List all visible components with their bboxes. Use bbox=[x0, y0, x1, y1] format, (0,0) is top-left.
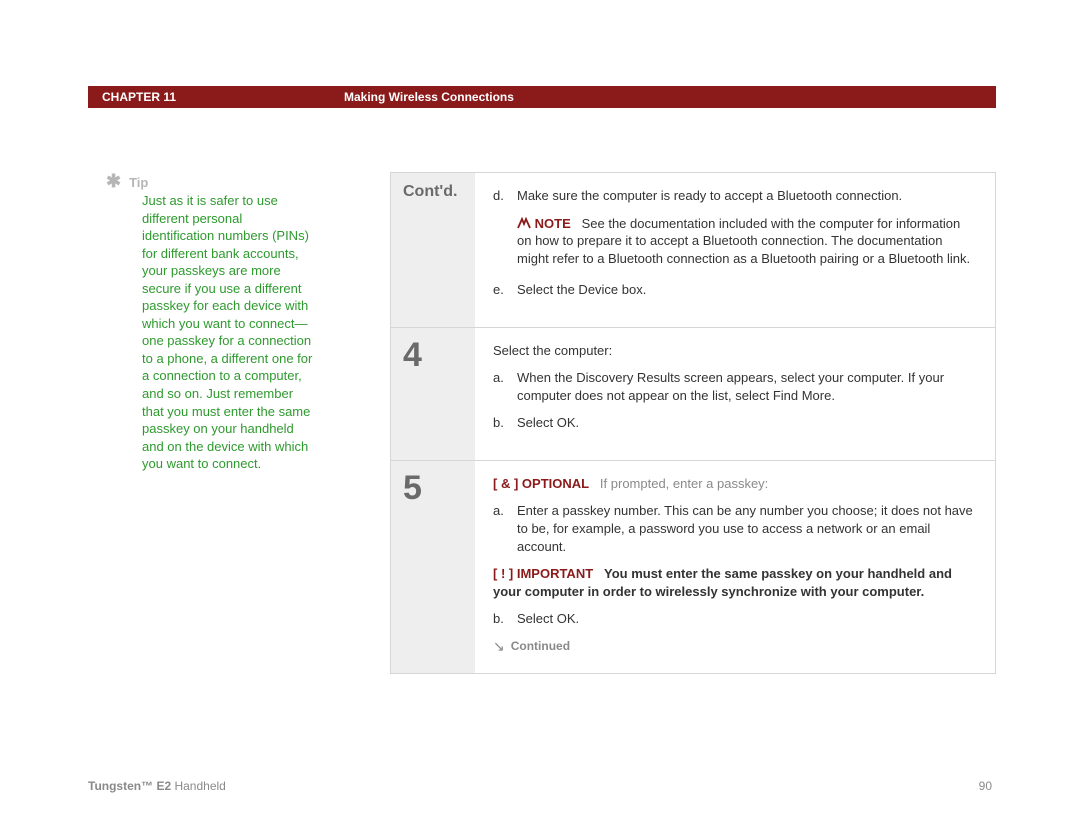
step-body: [ & ] OPTIONAL If prompted, enter a pass… bbox=[475, 461, 995, 673]
step-contd: Cont'd. d. Make sure the computer is rea… bbox=[391, 173, 995, 328]
tip-label: Tip bbox=[129, 175, 148, 190]
asterisk-icon: ✱ bbox=[106, 172, 121, 190]
note-icon bbox=[517, 216, 531, 228]
list-letter: a. bbox=[493, 502, 509, 555]
page-footer: Tungsten™ E2 Handheld 90 bbox=[88, 779, 992, 793]
footer-brand-bold: Tungsten™ E2 bbox=[88, 779, 171, 793]
step-4: 4 Select the computer: a. When the Disco… bbox=[391, 328, 995, 461]
step-body: d. Make sure the computer is ready to ac… bbox=[475, 173, 995, 327]
tip-body: Just as it is safer to use different per… bbox=[142, 192, 316, 473]
arrow-down-right-icon: ↘ bbox=[493, 638, 505, 655]
step-body: Select the computer: a. When the Discove… bbox=[475, 328, 995, 460]
chapter-header: CHAPTER 11 Making Wireless Connections bbox=[88, 86, 996, 108]
footer-brand-rest: Handheld bbox=[171, 779, 226, 793]
list-letter: e. bbox=[493, 281, 509, 299]
list-text: When the Discovery Results screen appear… bbox=[517, 369, 977, 404]
list-letter: b. bbox=[493, 414, 509, 432]
page-number: 90 bbox=[979, 779, 992, 793]
optional-line: [ & ] OPTIONAL If prompted, enter a pass… bbox=[493, 475, 977, 493]
important-word: IMPORTANT bbox=[517, 566, 593, 581]
chapter-title: Making Wireless Connections bbox=[344, 90, 514, 104]
list-text: Select OK. bbox=[517, 414, 977, 432]
list-text: Make sure the computer is ready to accep… bbox=[517, 187, 977, 205]
list-letter: a. bbox=[493, 369, 509, 404]
list-text: Enter a passkey number. This can be any … bbox=[517, 502, 977, 555]
optional-rest: If prompted, enter a passkey: bbox=[600, 476, 768, 491]
list-text: Select OK. bbox=[517, 610, 977, 628]
list-letter: b. bbox=[493, 610, 509, 628]
steps-panel: Cont'd. d. Make sure the computer is rea… bbox=[390, 172, 996, 674]
optional-word: OPTIONAL bbox=[522, 476, 589, 491]
list-letter: d. bbox=[493, 187, 509, 205]
note-body: See the documentation included with the … bbox=[517, 216, 970, 266]
step-intro: Select the computer: bbox=[493, 342, 977, 360]
step-num-cell: Cont'd. bbox=[391, 173, 475, 327]
footer-brand: Tungsten™ E2 Handheld bbox=[88, 779, 226, 793]
list-text: Select the Device box. bbox=[517, 281, 977, 299]
tip-sidebar: ✱ Tip Just as it is safer to use differe… bbox=[106, 172, 316, 473]
continued-label: Continued bbox=[511, 639, 570, 653]
continued-row: ↘ Continued bbox=[493, 638, 977, 655]
step-number: 4 bbox=[403, 338, 422, 372]
chapter-number: CHAPTER 11 bbox=[88, 90, 344, 104]
note-paragraph: NOTE See the documentation included with… bbox=[493, 215, 977, 268]
contd-label: Cont'd. bbox=[403, 183, 457, 201]
optional-bracket: [ & ] bbox=[493, 476, 518, 491]
important-bracket: [ ! ] bbox=[493, 566, 513, 581]
step-num-cell: 5 bbox=[391, 461, 475, 673]
step-5: 5 [ & ] OPTIONAL If prompted, enter a pa… bbox=[391, 461, 995, 673]
step-number: 5 bbox=[403, 471, 422, 505]
step-num-cell: 4 bbox=[391, 328, 475, 460]
important-line: [ ! ] IMPORTANT You must enter the same … bbox=[493, 565, 977, 600]
note-label: NOTE bbox=[535, 216, 571, 231]
